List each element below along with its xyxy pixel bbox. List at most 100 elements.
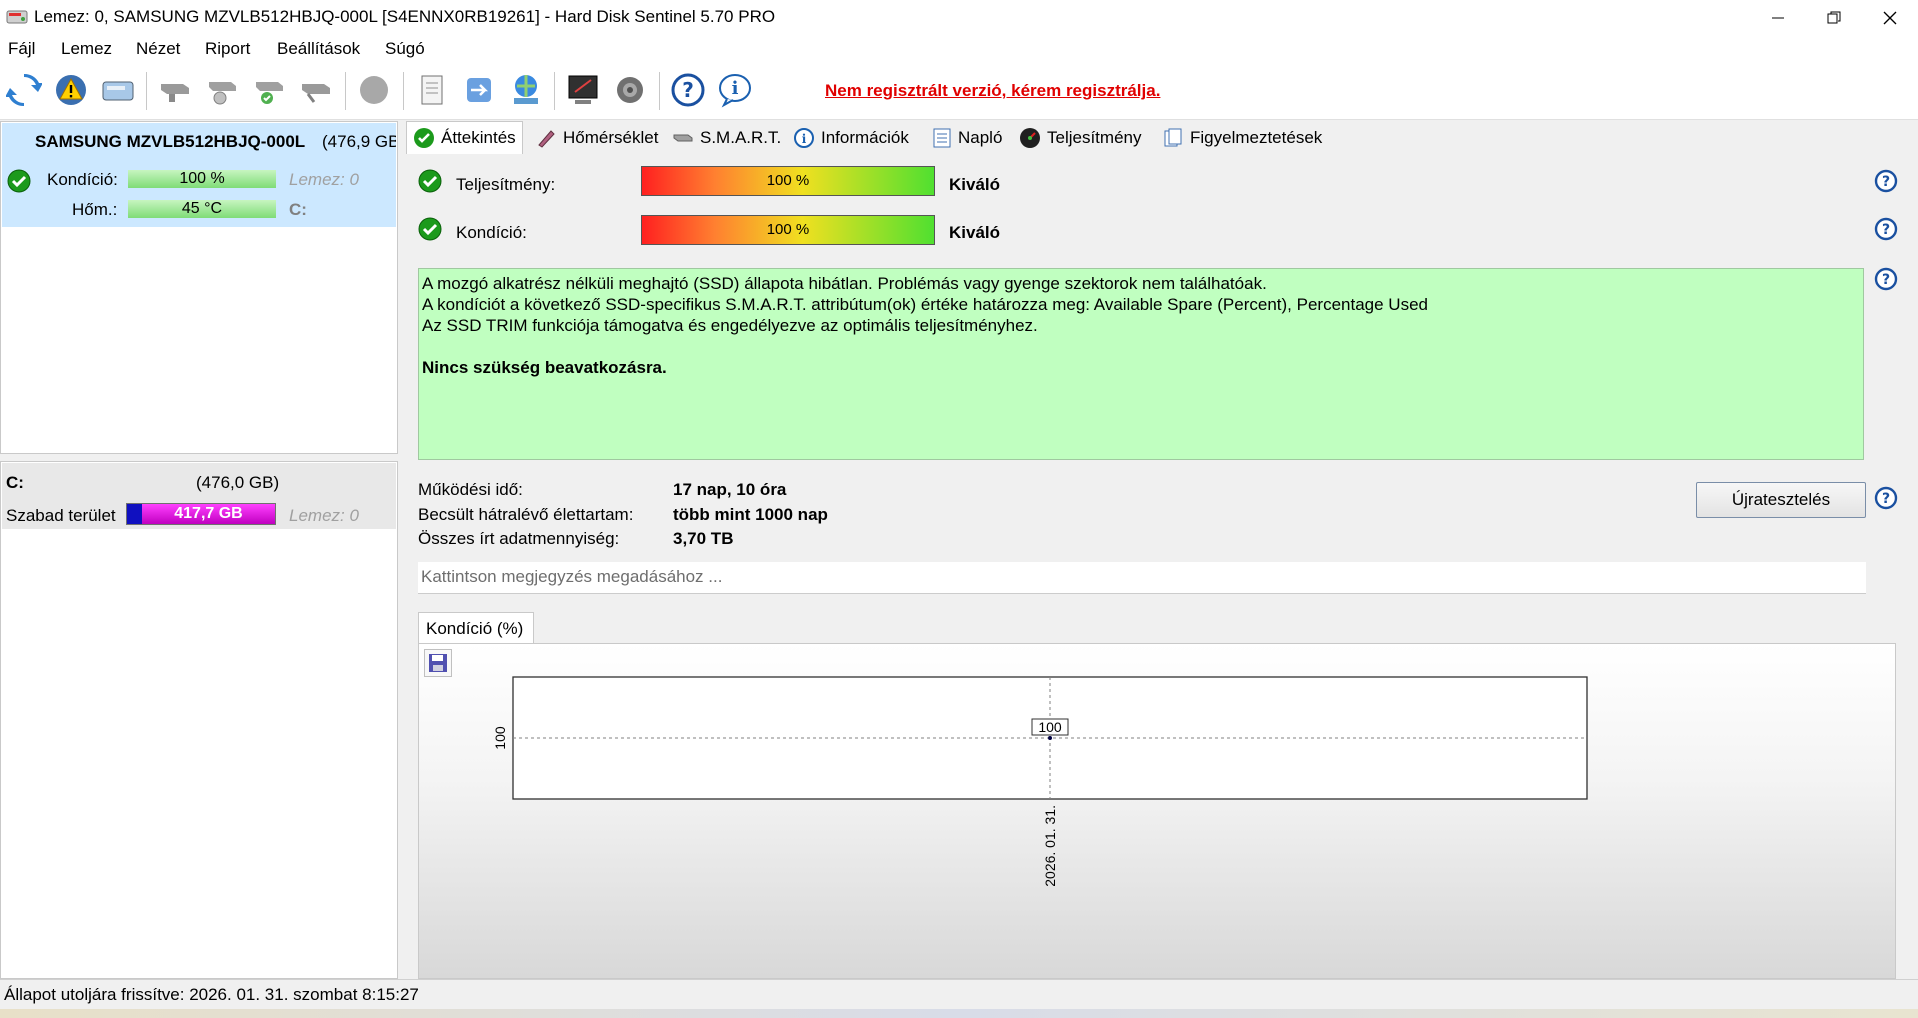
- svg-text:i: i: [732, 78, 739, 99]
- description-line: A kondíciót a következő SSD-specifikus S…: [422, 295, 1428, 314]
- svg-text:?: ?: [1882, 174, 1890, 190]
- detail-pane: Áttekintés Hőmérséklet S.M.A.R.T. i Info…: [404, 121, 1918, 979]
- window-title: Lemez: 0, SAMSUNG MZVLB512HBJQ-000L [S4E…: [34, 7, 776, 26]
- help-icon[interactable]: ?: [1874, 267, 1898, 291]
- network-icon[interactable]: [505, 69, 547, 111]
- condition-rating: Kiváló: [949, 223, 1001, 242]
- monitor-icon[interactable]: [562, 69, 604, 111]
- chart-area: 100 2026. 01. 31. 100: [418, 643, 1896, 979]
- send-report-icon[interactable]: [458, 69, 500, 111]
- thermometer-icon: [538, 130, 555, 148]
- condition-value: 100 %: [179, 170, 225, 187]
- tab-information[interactable]: i Információk: [787, 123, 915, 153]
- tab-temperature[interactable]: Hőmérséklet: [529, 123, 664, 153]
- condition-label: Kondíció:: [47, 170, 118, 189]
- gauge-icon: [1020, 128, 1040, 148]
- menu-settings[interactable]: Beállítások: [277, 39, 360, 59]
- description-line: A mozgó alkatrész nélküli meghajtó (SSD)…: [422, 274, 1267, 293]
- drive-network-icon[interactable]: [201, 69, 243, 111]
- title-bar: Lemez: 0, SAMSUNG MZVLB512HBJQ-000L [S4E…: [0, 0, 1918, 36]
- svg-text:?: ?: [1882, 491, 1890, 507]
- app-icon: [6, 7, 28, 27]
- temperature-bar: 45 °C: [128, 200, 276, 218]
- disk-entry[interactable]: SAMSUNG MZVLB512HBJQ-000L (476,9 GB Kond…: [2, 123, 396, 227]
- condition-chart: 100 2026. 01. 31. 100: [492, 676, 1588, 887]
- tab-bar: Áttekintés Hőmérséklet S.M.A.R.T. i Info…: [404, 121, 1918, 154]
- temperature-label: Hőm.:: [72, 200, 118, 219]
- recommendation: Nincs szükség beavatkozásra.: [422, 358, 667, 377]
- tab-performance[interactable]: Teljesítmény: [1013, 123, 1147, 153]
- overview-panel: Teljesítmény: 100 % Kiváló ? Kondíció: 1…: [404, 153, 1918, 979]
- disk-index-label: Lemez: 0: [289, 170, 359, 189]
- volume-size: (476,0 GB): [196, 473, 280, 492]
- svg-text:?: ?: [1882, 222, 1890, 238]
- description-line: Az SSD TRIM funkciója támogatva és enged…: [422, 316, 1038, 335]
- condition-label: Kondíció:: [456, 223, 527, 242]
- menu-view[interactable]: Nézet: [136, 39, 180, 59]
- toolbar: ? i Nem regisztrált verzió, kérem regisz…: [0, 64, 1918, 120]
- menu-help[interactable]: Súgó: [385, 39, 425, 59]
- condition-chart-panel: Kondíció (%) 100 2026. 01. 31. 100: [418, 612, 1896, 979]
- tab-smart[interactable]: S.M.A.R.T.: [666, 123, 787, 153]
- disk-list: SAMSUNG MZVLB512HBJQ-000L (476,9 GB Kond…: [0, 121, 398, 454]
- temperature-value: 45 °C: [181, 200, 223, 217]
- data-label: 100: [1038, 719, 1062, 735]
- drive-settings-icon[interactable]: [295, 69, 337, 111]
- note-input[interactable]: Kattintson megjegyzés megadásához ...: [418, 562, 1866, 594]
- maximize-button[interactable]: [1806, 0, 1862, 36]
- menu-report[interactable]: Riport: [205, 39, 250, 59]
- log-icon: [933, 128, 951, 148]
- performance-ok-icon: [418, 169, 442, 198]
- disk-icon[interactable]: [97, 69, 139, 111]
- tab-alerts-label: Figyelmeztetések: [1190, 128, 1323, 147]
- free-space-bar: 417,7 GB: [126, 503, 276, 525]
- alert-icon[interactable]: [50, 69, 92, 111]
- performance-rating: Kiváló: [949, 175, 1001, 194]
- info-icon[interactable]: i: [714, 69, 756, 111]
- tab-log[interactable]: Napló: [926, 123, 1008, 153]
- register-link[interactable]: Nem regisztrált verzió, kérem regisztrál…: [825, 81, 1160, 101]
- help-icon[interactable]: ?: [667, 69, 709, 111]
- retest-button[interactable]: Újratesztelés: [1696, 482, 1866, 518]
- help-icon[interactable]: ?: [1874, 169, 1898, 193]
- ok-check-icon: [7, 169, 31, 198]
- minimize-button[interactable]: [1750, 0, 1806, 36]
- tab-temperature-label: Hőmérséklet: [563, 128, 659, 147]
- condition-bar: 100 %: [641, 215, 935, 245]
- surface-test-icon[interactable]: [353, 69, 395, 111]
- menu-file[interactable]: Fájl: [8, 39, 35, 59]
- uptime-label: Működési idő:: [418, 480, 523, 499]
- performance-label: Teljesítmény:: [456, 175, 556, 194]
- tab-performance-label: Teljesítmény: [1047, 128, 1142, 147]
- uptime-value: 17 nap, 10 óra: [673, 480, 787, 499]
- close-button[interactable]: [1862, 0, 1918, 36]
- tab-alerts[interactable]: Figyelmeztetések: [1156, 123, 1328, 153]
- sound-icon[interactable]: [609, 69, 651, 111]
- help-icon[interactable]: ?: [1874, 217, 1898, 241]
- data-point: [1048, 736, 1052, 740]
- drive-check-icon[interactable]: [248, 69, 290, 111]
- report-icon[interactable]: [411, 69, 453, 111]
- chart-tab-condition[interactable]: Kondíció (%): [418, 612, 534, 644]
- tab-log-label: Napló: [958, 128, 1003, 147]
- menu-bar: Fájl Lemez Nézet Riport Beállítások Súgó: [0, 36, 1918, 64]
- help-icon[interactable]: ?: [1874, 486, 1898, 510]
- check-icon: [414, 128, 434, 148]
- volume-list: C: (476,0 GB) Szabad terület 417,7 GB Le…: [0, 461, 398, 979]
- disk-list-pane: SAMSUNG MZVLB512HBJQ-000L (476,9 GB Kond…: [0, 121, 398, 979]
- tab-overview[interactable]: Áttekintés: [406, 121, 523, 154]
- disk-size: (476,9 GB: [322, 132, 396, 151]
- status-text: Állapot utoljára frissítve: 2026. 01. 31…: [4, 985, 419, 1004]
- drive-tool-icon[interactable]: [154, 69, 196, 111]
- info-icon: i: [794, 128, 814, 148]
- svg-text:?: ?: [1882, 272, 1890, 288]
- volume-entry[interactable]: C: (476,0 GB) Szabad terület 417,7 GB Le…: [2, 463, 396, 529]
- lifetime-value: több mint 1000 nap: [673, 505, 828, 524]
- menu-disk[interactable]: Lemez: [61, 39, 112, 59]
- free-space-label: Szabad terület: [6, 506, 116, 525]
- refresh-icon[interactable]: [3, 69, 45, 111]
- drive-icon: [673, 134, 693, 142]
- tab-smart-label: S.M.A.R.T.: [700, 128, 782, 147]
- disk-name: SAMSUNG MZVLB512HBJQ-000L: [35, 132, 306, 151]
- status-bar: Állapot utoljára frissítve: 2026. 01. 31…: [0, 979, 1918, 1009]
